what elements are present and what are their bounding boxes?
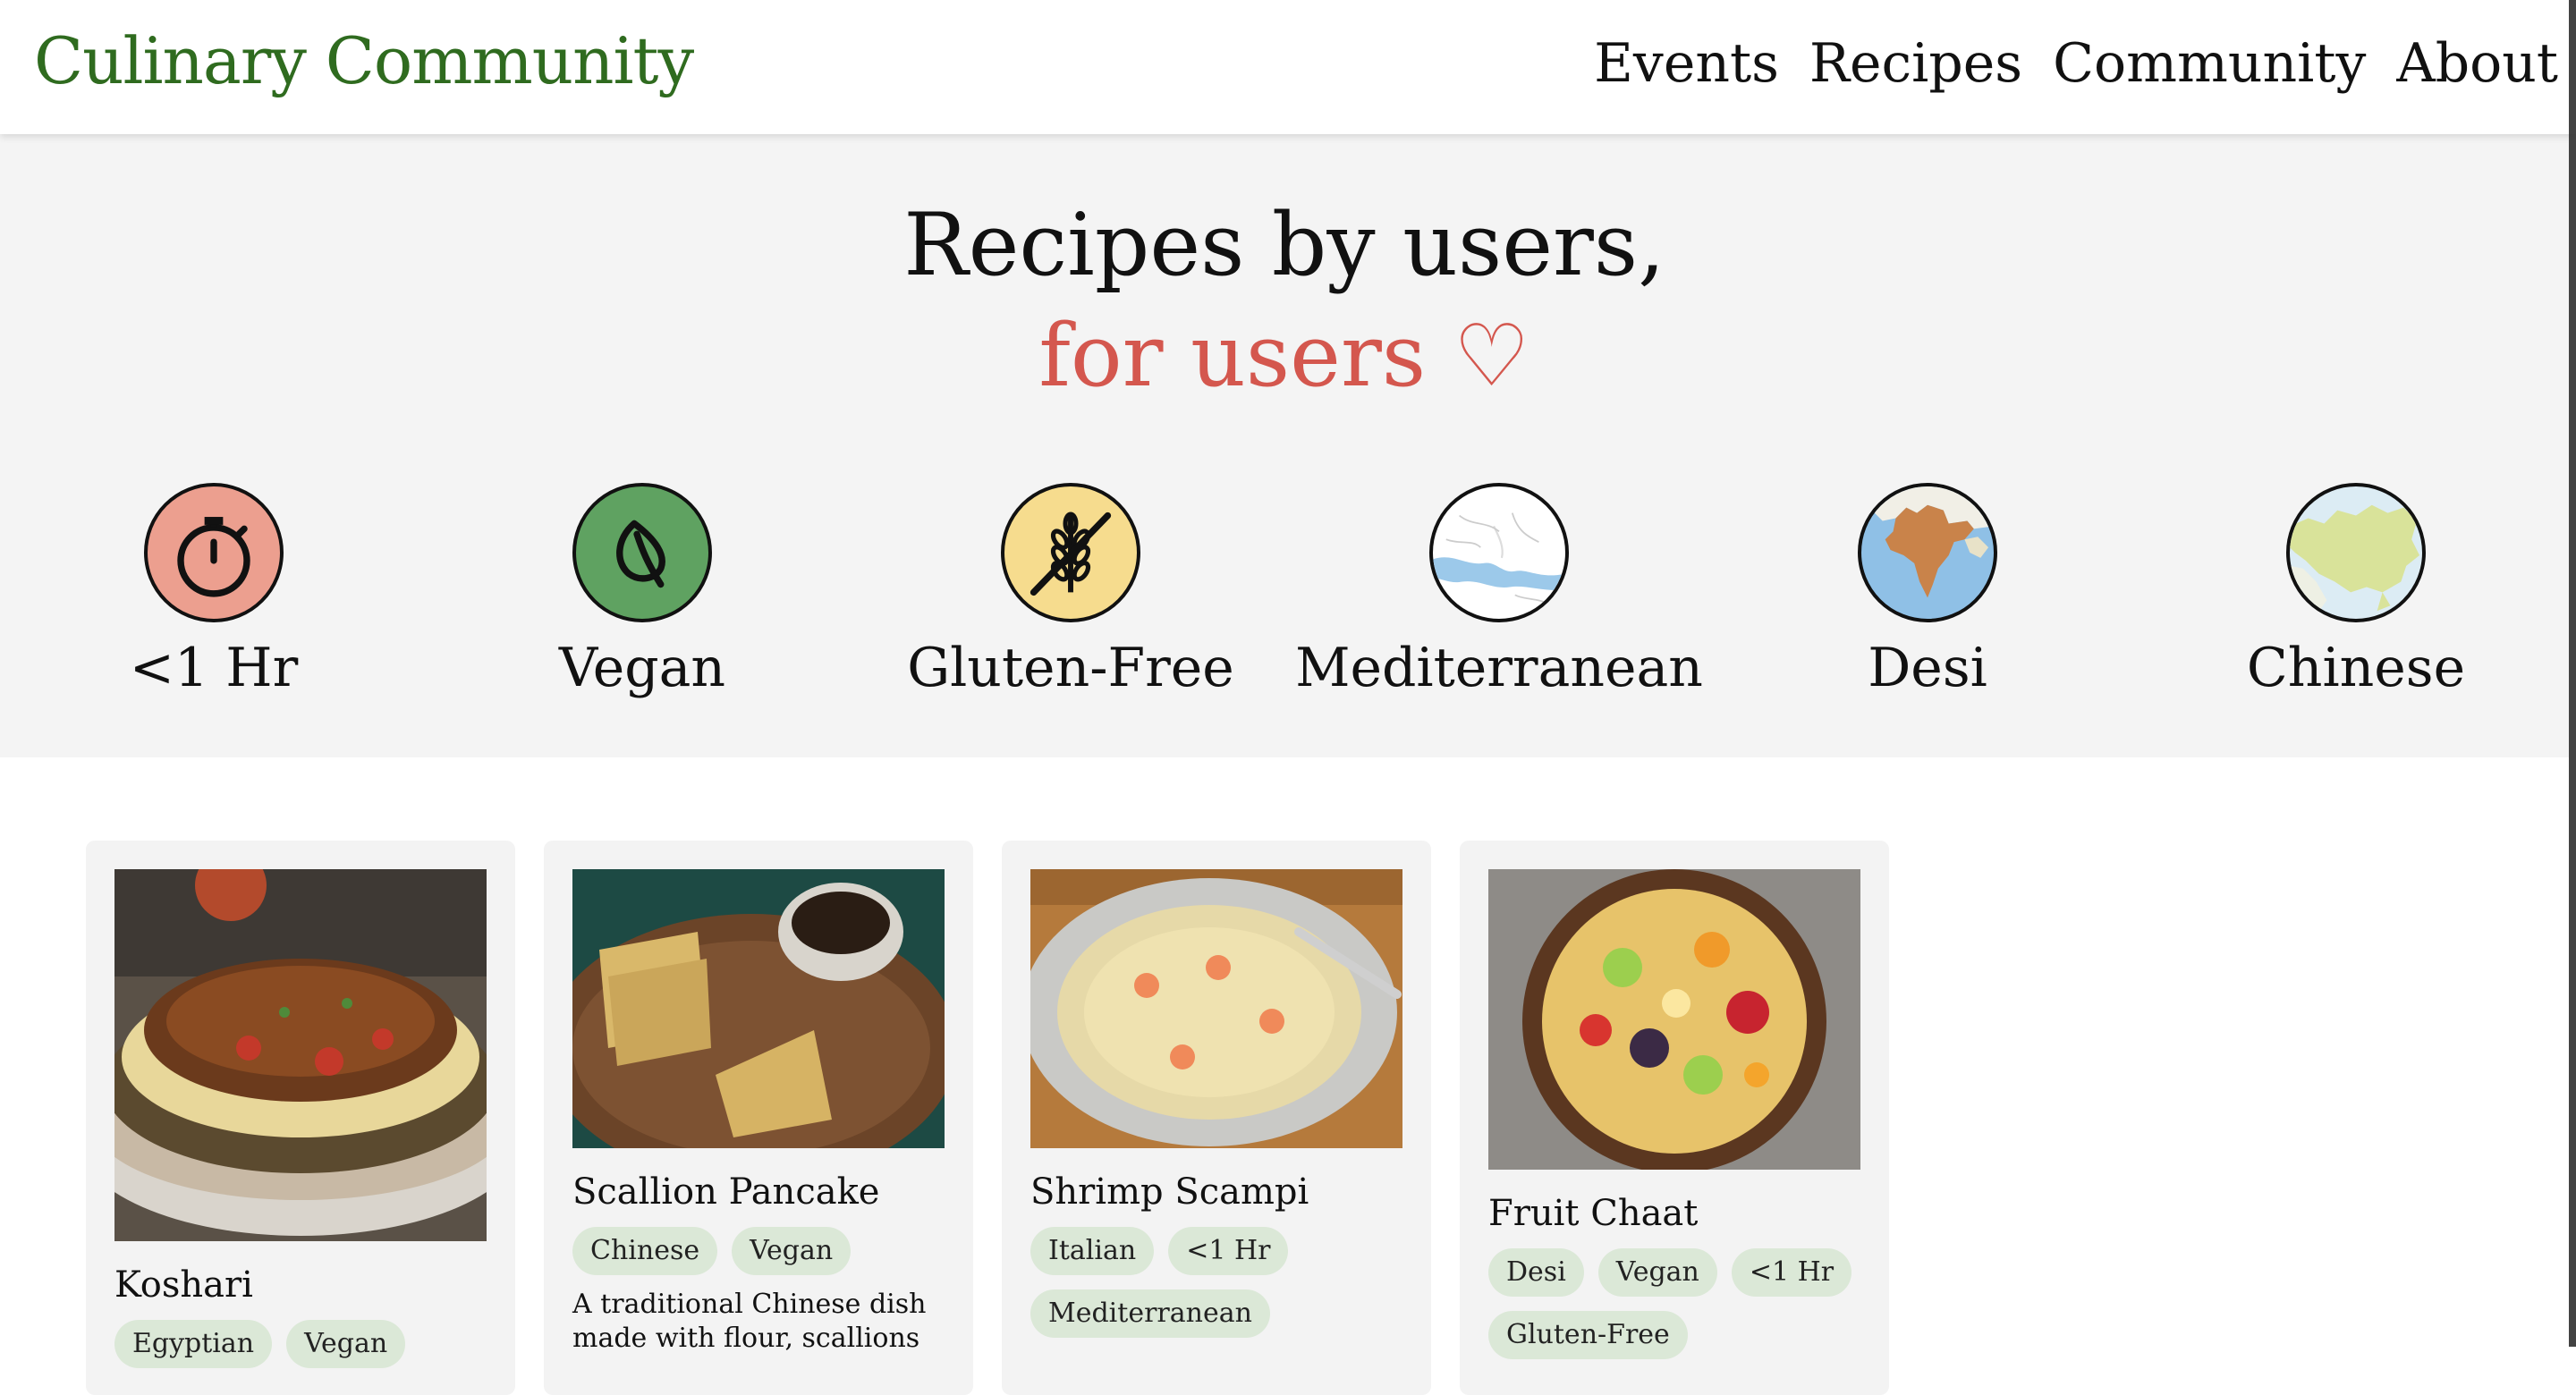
recipe-description: A traditional Chinese dish made with flo… <box>572 1289 927 1354</box>
category-filters: <1 Hr Vegan Gluten-Free Mediterranean De… <box>0 483 2569 706</box>
south-asia-map-icon <box>1858 483 1997 622</box>
recipe-photo <box>1488 869 1860 1170</box>
recipe-tags: Chinese Vegan <box>572 1227 957 1275</box>
recipe-card-shrimp-scampi[interactable]: Shrimp Scampi Italian <1 Hr Mediterranea… <box>1002 841 1431 1395</box>
mediterranean-map-icon <box>1429 483 1569 622</box>
main-nav: Events Recipes Community About <box>1594 32 2558 95</box>
hero-title-line2: for users ♡ <box>1038 306 1530 406</box>
recipe-card-scallion-pancake[interactable]: Scallion Pancake Chinese Vegan A traditi… <box>544 841 973 1395</box>
tag-mediterranean[interactable]: Mediterranean <box>1030 1289 1270 1338</box>
nav-about[interactable]: About <box>2396 32 2558 95</box>
hero-title: Recipes by users, for users ♡ <box>0 190 2569 411</box>
hero-section: Recipes by users, for users ♡ <1 Hr Vega… <box>0 134 2569 757</box>
nav-recipes[interactable]: Recipes <box>1809 32 2022 95</box>
tag-chinese[interactable]: Chinese <box>572 1227 718 1275</box>
recipe-title: Koshari <box>114 1264 253 1306</box>
recipe-tags: Egyptian Vegan <box>114 1320 499 1368</box>
category-desi[interactable]: Desi <box>1722 483 2133 699</box>
category-label: Mediterranean <box>1295 637 1703 699</box>
recipe-title: Scallion Pancake <box>572 1171 880 1213</box>
recipe-photo <box>572 869 945 1148</box>
category-label: Chinese <box>2246 637 2466 699</box>
nav-events[interactable]: Events <box>1594 32 1779 95</box>
tag-vegan[interactable]: Vegan <box>732 1227 852 1275</box>
brand-logo[interactable]: Culinary Community <box>34 23 694 98</box>
recipe-tags: Desi Vegan <1 Hr Gluten-Free <box>1488 1248 1873 1359</box>
category-chinese[interactable]: Chinese <box>2150 483 2562 699</box>
recipe-card-fruit-chaat[interactable]: Fruit Chaat Desi Vegan <1 Hr Gluten-Free <box>1460 841 1889 1395</box>
stopwatch-icon <box>144 483 284 622</box>
recipe-card-koshari[interactable]: Koshari Egyptian Vegan <box>86 841 515 1395</box>
tag-under-1-hour[interactable]: <1 Hr <box>1168 1227 1289 1275</box>
china-map-icon <box>2286 483 2426 622</box>
window-edge <box>2569 0 2576 1347</box>
category-label: Vegan <box>558 637 726 699</box>
leaf-icon <box>572 483 712 622</box>
recipe-title: Fruit Chaat <box>1488 1193 1699 1234</box>
hero-title-line1: Recipes by users, <box>903 195 1665 295</box>
tag-vegan[interactable]: Vegan <box>286 1320 406 1368</box>
tag-vegan[interactable]: Vegan <box>1597 1248 1717 1297</box>
category-vegan[interactable]: Vegan <box>436 483 848 699</box>
category-mediterranean[interactable]: Mediterranean <box>1293 483 1705 699</box>
tag-gluten-free[interactable]: Gluten-Free <box>1488 1311 1688 1359</box>
category-label: <1 Hr <box>129 637 299 699</box>
recipe-grid: Koshari Egyptian Vegan Scallion Pancake … <box>0 841 2576 1395</box>
recipe-title: Shrimp Scampi <box>1030 1171 1309 1213</box>
nav-community[interactable]: Community <box>2053 32 2366 95</box>
site-header: Culinary Community Events Recipes Commun… <box>0 0 2576 134</box>
category-label: Desi <box>1868 637 1987 699</box>
recipe-photo <box>1030 869 1402 1148</box>
category-label: Gluten-Free <box>907 637 1234 699</box>
recipe-tags: Italian <1 Hr Mediterranean <box>1030 1227 1415 1338</box>
category-gluten-free[interactable]: Gluten-Free <box>865 483 1276 699</box>
category-under-1-hour[interactable]: <1 Hr <box>8 483 419 699</box>
tag-egyptian[interactable]: Egyptian <box>114 1320 273 1368</box>
no-wheat-icon <box>1001 483 1140 622</box>
tag-under-1-hour[interactable]: <1 Hr <box>1731 1248 1852 1297</box>
tag-italian[interactable]: Italian <box>1030 1227 1155 1275</box>
recipe-photo <box>114 869 487 1241</box>
tag-desi[interactable]: Desi <box>1488 1248 1584 1297</box>
